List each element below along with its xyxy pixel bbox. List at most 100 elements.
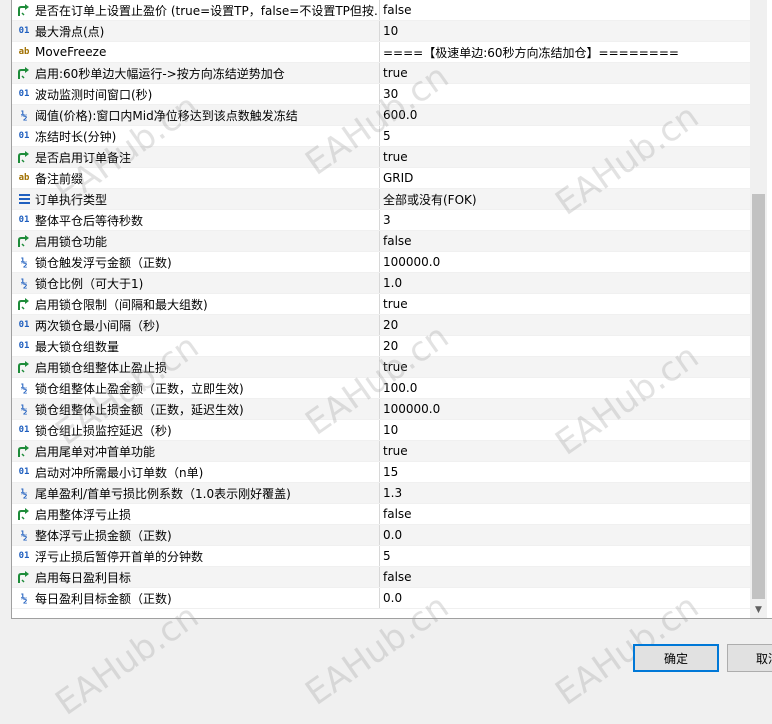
parameter-name-cell: 是否在订单上设置止盈价 (true=设置TP，false=不设置TP但按… (12, 0, 380, 20)
parameter-value[interactable]: 15 (380, 462, 750, 482)
parameter-row[interactable]: ½ 阈值(价格):窗口内Mid净位移达到该点数触发冻结 600.0 (12, 105, 750, 126)
parameter-name-cell: ½ 锁仓触发浮亏金额（正数) (12, 252, 380, 272)
parameter-name: 启用尾单对冲首单功能 (35, 444, 156, 459)
int-param-icon: 01 (18, 320, 30, 330)
parameter-row[interactable]: ab MoveFreeze ====【极速单边:60秒方向冻结加仓】======== (12, 42, 750, 63)
parameter-value[interactable]: 5 (380, 126, 750, 146)
int-param-icon: 01 (18, 551, 30, 561)
parameter-value[interactable]: 10 (380, 420, 750, 440)
parameter-row[interactable]: ½ 锁仓组整体止盈金额（正数，立即生效) 100.0 (12, 378, 750, 399)
parameters-grid: 是否在订单上设置止盈价 (true=设置TP，false=不设置TP但按… fal… (11, 0, 772, 619)
parameter-value[interactable]: 100000.0 (380, 252, 750, 272)
bool-param-icon (16, 234, 32, 248)
parameter-value[interactable]: 20 (380, 315, 750, 335)
parameter-name-cell: 01 启动对冲所需最小订单数（n单) (12, 462, 380, 482)
parameter-row[interactable]: 01 波动监测时间窗口(秒) 30 (12, 84, 750, 105)
double-param-icon: ½ (20, 381, 28, 395)
parameter-name: 锁仓组整体止损金额（正数，延迟生效) (35, 402, 244, 417)
parameter-name-cell: 01 浮亏止损后暂停开首单的分钟数 (12, 546, 380, 566)
parameter-name-cell: 订单执行类型 (12, 189, 380, 209)
parameter-value[interactable]: true (380, 63, 750, 83)
parameter-value[interactable]: 0.0 (380, 588, 750, 608)
parameter-row[interactable]: 启用尾单对冲首单功能 true (12, 441, 750, 462)
bool-param-icon (16, 66, 32, 80)
parameter-name-cell: ½ 每日盈利目标金额（正数) (12, 588, 380, 608)
int-param-icon: 01 (18, 131, 30, 141)
parameter-row[interactable]: ½ 整体浮亏止损金额（正数) 0.0 (12, 525, 750, 546)
parameter-name: 订单执行类型 (35, 192, 108, 207)
parameter-row[interactable]: 是否启用订单备注 true (12, 147, 750, 168)
parameter-name: 启用锁仓组整体止盈止损 (35, 360, 168, 375)
int-param-icon: 01 (18, 341, 30, 351)
parameter-value[interactable]: 全部或没有(FOK) (380, 189, 750, 209)
parameter-value[interactable]: false (380, 567, 750, 587)
parameter-row[interactable]: 01 浮亏止损后暂停开首单的分钟数 5 (12, 546, 750, 567)
parameter-row[interactable]: ½ 锁仓触发浮亏金额（正数) 100000.0 (12, 252, 750, 273)
parameter-value[interactable]: 0.0 (380, 525, 750, 545)
parameter-name-cell: ½ 锁仓比例（可大于1) (12, 273, 380, 293)
parameter-row[interactable]: 01 冻结时长(分钟) 5 (12, 126, 750, 147)
parameter-value[interactable]: 100000.0 (380, 399, 750, 419)
parameter-name: 锁仓比例（可大于1) (35, 276, 144, 291)
parameter-value[interactable]: 600.0 (380, 105, 750, 125)
double-param-icon: ½ (20, 255, 28, 269)
vertical-scrollbar[interactable]: ▼ (750, 0, 767, 618)
parameter-row[interactable]: 订单执行类型 全部或没有(FOK) (12, 189, 750, 210)
parameter-value[interactable]: GRID (380, 168, 750, 188)
parameter-value[interactable]: 5 (380, 546, 750, 566)
parameter-row[interactable]: 01 最大锁仓组数量 20 (12, 336, 750, 357)
parameter-row[interactable]: 01 两次锁仓最小间隔（秒) 20 (12, 315, 750, 336)
parameter-row[interactable]: 是否在订单上设置止盈价 (true=设置TP，false=不设置TP但按… fal… (12, 0, 750, 21)
parameter-name: 冻结时长(分钟) (35, 129, 117, 144)
parameter-name-cell: 是否启用订单备注 (12, 147, 380, 167)
parameter-row[interactable]: 01 启动对冲所需最小订单数（n单) 15 (12, 462, 750, 483)
parameter-name: 启动对冲所需最小订单数（n单) (35, 465, 204, 480)
parameter-row[interactable]: ½ 锁仓比例（可大于1) 1.0 (12, 273, 750, 294)
parameter-name: 是否在订单上设置止盈价 (true=设置TP，false=不设置TP但按… (35, 3, 380, 18)
parameter-row[interactable]: 01 最大滑点(点) 10 (12, 21, 750, 42)
parameter-value[interactable]: 30 (380, 84, 750, 104)
parameter-value[interactable]: ====【极速单边:60秒方向冻结加仓】======== (380, 42, 750, 62)
parameter-value[interactable]: false (380, 231, 750, 251)
scroll-down-arrow-icon[interactable]: ▼ (750, 601, 767, 618)
parameter-value[interactable]: 10 (380, 21, 750, 41)
parameter-row[interactable]: 启用锁仓限制（间隔和最大组数) true (12, 294, 750, 315)
scrollbar-thumb[interactable] (752, 194, 765, 599)
parameter-value[interactable]: 20 (380, 336, 750, 356)
parameter-row[interactable]: 01 整体平仓后等待秒数 3 (12, 210, 750, 231)
parameter-value[interactable]: 100.0 (380, 378, 750, 398)
parameter-value[interactable]: false (380, 0, 750, 20)
int-param-icon: 01 (18, 467, 30, 477)
parameter-row[interactable]: 启用整体浮亏止损 false (12, 504, 750, 525)
parameter-name-cell: ½ 阈值(价格):窗口内Mid净位移达到该点数触发冻结 (12, 105, 380, 125)
parameter-row[interactable]: ½ 锁仓组整体止损金额（正数，延迟生效) 100000.0 (12, 399, 750, 420)
parameter-value[interactable]: false (380, 504, 750, 524)
parameter-row[interactable]: ½ 每日盈利目标金额（正数) 0.0 (12, 588, 750, 609)
parameter-name: 最大锁仓组数量 (35, 339, 120, 354)
cancel-button[interactable]: 取消 (727, 644, 772, 672)
parameter-value[interactable]: true (380, 147, 750, 167)
parameter-row[interactable]: 启用每日盈利目标 false (12, 567, 750, 588)
parameter-row[interactable]: 启用锁仓功能 false (12, 231, 750, 252)
parameter-name: 阈值(价格):窗口内Mid净位移达到该点数触发冻结 (35, 108, 298, 123)
ok-button[interactable]: 确定 (633, 644, 719, 672)
parameter-value[interactable]: true (380, 294, 750, 314)
parameter-value[interactable]: true (380, 441, 750, 461)
parameter-name: 整体平仓后等待秒数 (35, 213, 144, 228)
parameter-name-cell: ab 备注前缀 (12, 168, 380, 188)
bool-param-icon (16, 570, 32, 584)
parameter-value[interactable]: 1.0 (380, 273, 750, 293)
parameter-name: 启用:60秒单边大幅运行->按方向冻结逆势加仓 (35, 66, 285, 81)
parameter-name: 启用锁仓功能 (35, 234, 108, 249)
parameter-value[interactable]: 3 (380, 210, 750, 230)
parameter-value[interactable]: true (380, 357, 750, 377)
bool-param-icon (16, 444, 32, 458)
parameter-row[interactable]: 启用:60秒单边大幅运行->按方向冻结逆势加仓 true (12, 63, 750, 84)
double-param-icon: ½ (20, 402, 28, 416)
parameter-row[interactable]: ½ 尾单盈利/首单亏损比例系数（1.0表示刚好覆盖) 1.3 (12, 483, 750, 504)
parameter-row[interactable]: 启用锁仓组整体止盈止损 true (12, 357, 750, 378)
parameter-value[interactable]: 1.3 (380, 483, 750, 503)
parameter-name-cell: 01 锁仓组止损监控延迟（秒) (12, 420, 380, 440)
parameter-row[interactable]: 01 锁仓组止损监控延迟（秒) 10 (12, 420, 750, 441)
parameter-row[interactable]: ab 备注前缀 GRID (12, 168, 750, 189)
